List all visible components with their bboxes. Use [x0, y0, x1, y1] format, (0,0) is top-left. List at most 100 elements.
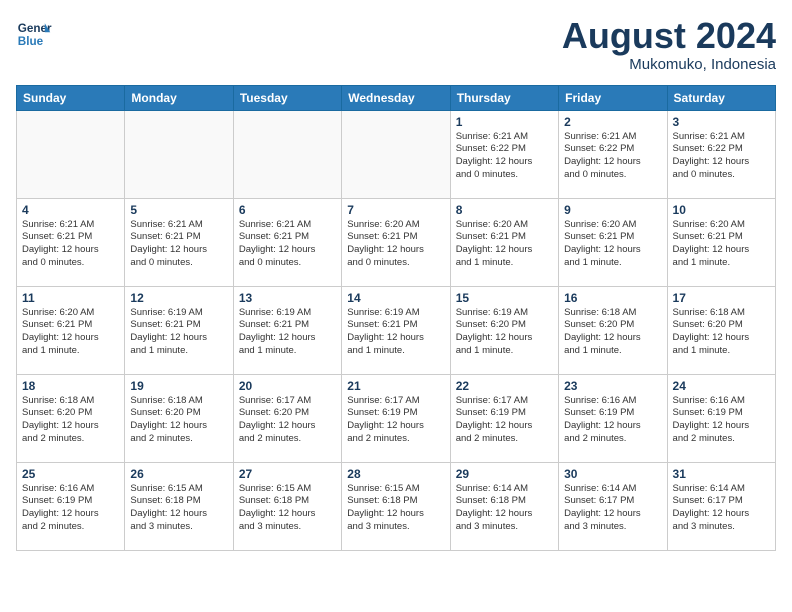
day-number: 28 — [347, 467, 444, 481]
calendar-cell: 6Sunrise: 6:21 AM Sunset: 6:21 PM Daylig… — [233, 198, 341, 286]
calendar-cell: 31Sunrise: 6:14 AM Sunset: 6:17 PM Dayli… — [667, 462, 775, 550]
day-info: Sunrise: 6:18 AM Sunset: 6:20 PM Dayligh… — [673, 307, 770, 358]
day-number: 18 — [22, 379, 119, 393]
day-info: Sunrise: 6:20 AM Sunset: 6:21 PM Dayligh… — [673, 219, 770, 270]
day-number: 2 — [564, 115, 661, 129]
calendar-cell — [17, 110, 125, 198]
day-info: Sunrise: 6:16 AM Sunset: 6:19 PM Dayligh… — [564, 395, 661, 446]
day-info: Sunrise: 6:14 AM Sunset: 6:17 PM Dayligh… — [564, 483, 661, 534]
calendar-cell: 23 Sunrise: 6:16 AM Sunset: 6:19 PM Dayli… — [559, 374, 667, 462]
calendar-cell: 22 Sunrise: 6:17 AM Sunset: 6:19 PM Dayli… — [450, 374, 558, 462]
location: Mukomuko, Indonesia — [562, 56, 776, 73]
day-info: Sunrise: 6:21 AM Sunset: 6:21 PM Dayligh… — [130, 219, 227, 270]
calendar-week-4: 18 Sunrise: 6:18 AM Sunset: 6:20 PM Dayli… — [17, 374, 776, 462]
day-number: 1 — [456, 115, 553, 129]
weekday-header-tuesday: Tuesday — [233, 85, 341, 110]
day-info: Sunrise: 6:20 AM Sunset: 6:21 PM Dayligh… — [456, 219, 553, 270]
day-info: Sunrise: 6:20 AM Sunset: 6:21 PM Dayligh… — [22, 307, 119, 358]
calendar-cell: 16 Sunrise: 6:18 AM Sunset: 6:20 PM Dayli… — [559, 286, 667, 374]
day-info: Sunrise: 6:17 AM Sunset: 6:19 PM Dayligh… — [456, 395, 553, 446]
day-number: 4 — [22, 203, 119, 217]
day-number: 17 — [673, 291, 770, 305]
day-info: Sunrise: 6:20 AM Sunset: 6:21 PM Dayligh… — [347, 219, 444, 270]
day-number: 9 — [564, 203, 661, 217]
calendar-cell: 8Sunrise: 6:20 AM Sunset: 6:21 PM Daylig… — [450, 198, 558, 286]
day-info: Sunrise: 6:16 AM Sunset: 6:19 PM Dayligh… — [22, 483, 119, 534]
calendar-cell: 26Sunrise: 6:15 AM Sunset: 6:18 PM Dayli… — [125, 462, 233, 550]
day-info: Sunrise: 6:15 AM Sunset: 6:18 PM Dayligh… — [347, 483, 444, 534]
day-info: Sunrise: 6:15 AM Sunset: 6:18 PM Dayligh… — [239, 483, 336, 534]
day-number: 16 — [564, 291, 661, 305]
calendar-cell: 18 Sunrise: 6:18 AM Sunset: 6:20 PM Dayli… — [17, 374, 125, 462]
calendar-cell: 12Sunrise: 6:19 AM Sunset: 6:21 PM Dayli… — [125, 286, 233, 374]
day-number: 23 — [564, 379, 661, 393]
day-info: Sunrise: 6:19 AM Sunset: 6:21 PM Dayligh… — [347, 307, 444, 358]
day-number: 7 — [347, 203, 444, 217]
day-number: 29 — [456, 467, 553, 481]
day-number: 21 — [347, 379, 444, 393]
calendar-cell: 20 Sunrise: 6:17 AM Sunset: 6:20 PM Dayli… — [233, 374, 341, 462]
calendar-cell: 28 Sunrise: 6:15 AM Sunset: 6:18 PM Dayli… — [342, 462, 450, 550]
weekday-header-wednesday: Wednesday — [342, 85, 450, 110]
weekday-header-monday: Monday — [125, 85, 233, 110]
day-info: Sunrise: 6:14 AM Sunset: 6:18 PM Dayligh… — [456, 483, 553, 534]
day-info: Sunrise: 6:18 AM Sunset: 6:20 PM Dayligh… — [130, 395, 227, 446]
day-number: 10 — [673, 203, 770, 217]
day-info: Sunrise: 6:19 AM Sunset: 6:21 PM Dayligh… — [239, 307, 336, 358]
calendar-week-1: 1 Sunrise: 6:21 AM Sunset: 6:22 PM Daylig… — [17, 110, 776, 198]
day-number: 27 — [239, 467, 336, 481]
month-title: August 2024 — [562, 16, 776, 56]
svg-text:Blue: Blue — [18, 35, 44, 48]
calendar-cell: 11 Sunrise: 6:20 AM Sunset: 6:21 PM Dayli… — [17, 286, 125, 374]
day-info: Sunrise: 6:21 AM Sunset: 6:22 PM Dayligh… — [564, 131, 661, 182]
calendar-cell: 3Sunrise: 6:21 AM Sunset: 6:22 PM Daylig… — [667, 110, 775, 198]
calendar-cell: 17 Sunrise: 6:18 AM Sunset: 6:20 PM Dayli… — [667, 286, 775, 374]
day-number: 12 — [130, 291, 227, 305]
calendar-week-3: 11 Sunrise: 6:20 AM Sunset: 6:21 PM Dayli… — [17, 286, 776, 374]
calendar-cell: 2 Sunrise: 6:21 AM Sunset: 6:22 PM Daylig… — [559, 110, 667, 198]
logo-icon: General Blue — [16, 16, 52, 52]
title-block: August 2024 Mukomuko, Indonesia — [562, 16, 776, 73]
day-number: 30 — [564, 467, 661, 481]
calendar-cell: 13 Sunrise: 6:19 AM Sunset: 6:21 PM Dayli… — [233, 286, 341, 374]
calendar-week-5: 25 Sunrise: 6:16 AM Sunset: 6:19 PM Dayli… — [17, 462, 776, 550]
day-number: 3 — [673, 115, 770, 129]
weekday-header-saturday: Saturday — [667, 85, 775, 110]
day-number: 20 — [239, 379, 336, 393]
calendar-cell: 25 Sunrise: 6:16 AM Sunset: 6:19 PM Dayli… — [17, 462, 125, 550]
weekday-header-thursday: Thursday — [450, 85, 558, 110]
calendar-cell: 19Sunrise: 6:18 AM Sunset: 6:20 PM Dayli… — [125, 374, 233, 462]
day-info: Sunrise: 6:21 AM Sunset: 6:22 PM Dayligh… — [456, 131, 553, 182]
calendar-cell — [233, 110, 341, 198]
calendar-cell: 9Sunrise: 6:20 AM Sunset: 6:21 PM Daylig… — [559, 198, 667, 286]
calendar-cell — [125, 110, 233, 198]
calendar-cell — [342, 110, 450, 198]
logo: General Blue — [16, 16, 52, 52]
day-number: 24 — [673, 379, 770, 393]
day-info: Sunrise: 6:18 AM Sunset: 6:20 PM Dayligh… — [22, 395, 119, 446]
weekday-header-sunday: Sunday — [17, 85, 125, 110]
calendar-cell: 24 Sunrise: 6:16 AM Sunset: 6:19 PM Dayli… — [667, 374, 775, 462]
calendar-cell: 1 Sunrise: 6:21 AM Sunset: 6:22 PM Daylig… — [450, 110, 558, 198]
day-info: Sunrise: 6:17 AM Sunset: 6:20 PM Dayligh… — [239, 395, 336, 446]
calendar-cell: 7 Sunrise: 6:20 AM Sunset: 6:21 PM Daylig… — [342, 198, 450, 286]
calendar-cell: 30 Sunrise: 6:14 AM Sunset: 6:17 PM Dayli… — [559, 462, 667, 550]
calendar-cell: 29 Sunrise: 6:14 AM Sunset: 6:18 PM Dayli… — [450, 462, 558, 550]
page-header: General Blue August 2024 Mukomuko, Indon… — [16, 16, 776, 73]
day-number: 14 — [347, 291, 444, 305]
day-info: Sunrise: 6:18 AM Sunset: 6:20 PM Dayligh… — [564, 307, 661, 358]
calendar-cell: 4Sunrise: 6:21 AM Sunset: 6:21 PM Daylig… — [17, 198, 125, 286]
calendar-cell: 21Sunrise: 6:17 AM Sunset: 6:19 PM Dayli… — [342, 374, 450, 462]
day-number: 13 — [239, 291, 336, 305]
calendar-cell: 14 Sunrise: 6:19 AM Sunset: 6:21 PM Dayli… — [342, 286, 450, 374]
calendar-table: SundayMondayTuesdayWednesdayThursdayFrid… — [16, 85, 776, 551]
calendar-week-2: 4 Sunrise: 6:21 AM Sunset: 6:21 PM Daylig… — [17, 198, 776, 286]
day-number: 5 — [130, 203, 227, 217]
day-number: 25 — [22, 467, 119, 481]
day-number: 22 — [456, 379, 553, 393]
day-number: 6 — [239, 203, 336, 217]
day-info: Sunrise: 6:19 AM Sunset: 6:20 PM Dayligh… — [456, 307, 553, 358]
day-info: Sunrise: 6:16 AM Sunset: 6:19 PM Dayligh… — [673, 395, 770, 446]
day-number: 11 — [22, 291, 119, 305]
calendar-cell: 27 Sunrise: 6:15 AM Sunset: 6:18 PM Dayli… — [233, 462, 341, 550]
